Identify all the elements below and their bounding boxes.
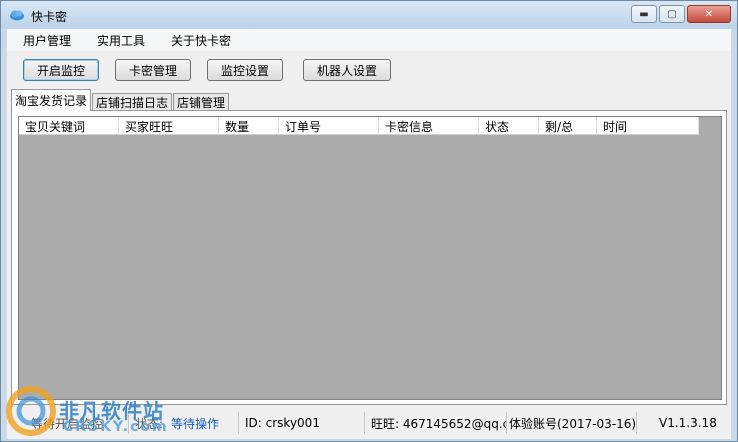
state-box: 状态: 等待操作	[133, 412, 239, 434]
grid-header: 宝贝关键词 买家旺旺 数量 订单号 卡密信息 状态 剩/总 时间	[19, 117, 699, 135]
minimize-button[interactable]: ▬	[631, 5, 657, 23]
monitor-settings-button[interactable]: 监控设置	[207, 59, 283, 81]
user-id: ID: crsky001	[243, 412, 365, 434]
window-controls: ▬ ▢ ✕	[629, 5, 731, 23]
state-value: 等待操作	[171, 416, 220, 431]
start-monitor-button[interactable]: 开启监控	[23, 59, 99, 81]
menu-bar: 用户管理 实用工具 关于快卡密	[7, 29, 731, 51]
state-label: 状态:	[135, 416, 164, 431]
wangwang-account: 旺旺: 467145652@qq.com	[369, 412, 507, 434]
toolbar: 开启监控 卡密管理 监控设置 机器人设置	[7, 53, 731, 83]
column-header[interactable]: 订单号	[279, 117, 379, 135]
tab-shop-scan-log[interactable]: 店铺扫描日志	[92, 93, 173, 111]
app-window: 快卡密 ▬ ▢ ✕ 用户管理 实用工具 关于快卡密 开启监控 卡密管理 监控设置…	[0, 0, 738, 442]
menu-about[interactable]: 关于快卡密	[161, 32, 241, 49]
menu-tools[interactable]: 实用工具	[87, 32, 155, 49]
column-header[interactable]: 状态	[479, 117, 539, 135]
tab-taobao-delivery[interactable]: 淘宝发货记录	[11, 89, 92, 111]
menu-user-management[interactable]: 用户管理	[13, 32, 81, 49]
client-area: 用户管理 实用工具 关于快卡密 开启监控 卡密管理 监控设置 机器人设置 淘宝发…	[7, 29, 731, 439]
window-title: 快卡密	[31, 10, 68, 24]
title-bar[interactable]: 快卡密 ▬ ▢ ✕	[1, 1, 737, 29]
tab-panel: 宝贝关键词 买家旺旺 数量 订单号 卡密信息 状态 剩/总 时间	[11, 110, 727, 405]
tab-shop-manage[interactable]: 店铺管理	[173, 93, 230, 111]
column-header[interactable]: 卡密信息	[379, 117, 479, 135]
column-header[interactable]: 时间	[597, 117, 699, 135]
monitor-status: 等待开启监控	[27, 412, 129, 434]
close-button[interactable]: ✕	[687, 5, 731, 23]
column-header[interactable]: 数量	[219, 117, 279, 135]
delivery-grid[interactable]: 宝贝关键词 买家旺旺 数量 订单号 卡密信息 状态 剩/总 时间	[18, 116, 722, 400]
column-header[interactable]: 宝贝关键词	[19, 117, 119, 135]
column-header[interactable]: 买家旺旺	[119, 117, 219, 135]
robot-settings-button[interactable]: 机器人设置	[303, 59, 391, 81]
column-header[interactable]: 剩/总	[539, 117, 597, 135]
card-manage-button[interactable]: 卡密管理	[115, 59, 191, 81]
account-type: 体验账号(2017-03-16)	[509, 412, 637, 434]
maximize-button[interactable]: ▢	[659, 5, 685, 23]
version-label: V1.1.3.18	[659, 416, 717, 430]
status-bar: 等待开启监控 状态: 等待操作 ID: crsky001 旺旺: 4671456…	[7, 409, 731, 437]
cloud-icon	[10, 10, 24, 21]
tab-strip: 淘宝发货记录 店铺扫描日志 店铺管理	[11, 89, 230, 111]
